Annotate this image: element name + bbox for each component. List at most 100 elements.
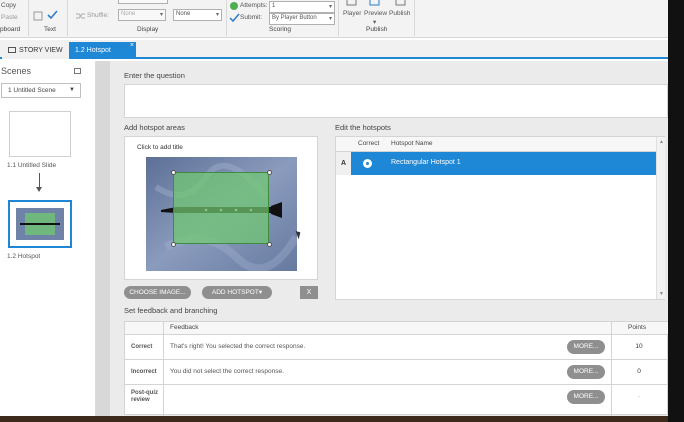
slide-thumbnail-clarinet — [20, 223, 60, 225]
close-icon[interactable]: × — [130, 37, 134, 54]
display-group-label: Display — [137, 26, 159, 33]
feedback-text[interactable]: You did not select the correct response. — [170, 368, 284, 375]
column-header-correct: Correct — [358, 140, 380, 147]
attempts-combo[interactable]: 1 ▾ — [269, 1, 335, 13]
feedback-row-label: Correct — [131, 344, 153, 350]
choose-image-button[interactable]: CHOOSE IMAGE... — [124, 286, 191, 299]
scenes-title: Scenes — [1, 66, 32, 76]
window-edge — [668, 0, 684, 422]
points-value[interactable]: 0 — [613, 368, 665, 375]
hotspot-areas-label: Add hotspot areas — [124, 123, 185, 132]
column-header-hotspot-name: Hotspot Name — [391, 140, 433, 147]
hotspots-table-header: Correct Hotspot Name — [336, 137, 656, 152]
points-value[interactable]: 10 — [613, 343, 665, 350]
resize-handle[interactable] — [171, 242, 176, 247]
tab-story-view-label: STORY VIEW — [19, 47, 63, 54]
scoring-group-label: Scoring — [269, 26, 292, 33]
submit-combo[interactable]: By Player Button ▾ — [269, 13, 335, 25]
publish-group-label: Publish — [366, 26, 388, 33]
slide-thumbnail-2[interactable] — [8, 200, 72, 248]
hotspot-image[interactable] — [146, 157, 297, 271]
scenes-panel: Scenes 1 Untitled Scene ▼ 1.1 Untitled S… — [0, 61, 96, 422]
question-input[interactable] — [124, 84, 668, 118]
hotspots-scrollbar[interactable]: ▲ ▼ — [656, 137, 665, 299]
hotspot-canvas: Click to add title — [124, 136, 318, 280]
feedback-table: Feedback Points Correct That's right! Yo… — [124, 321, 669, 416]
tab-hotspot-label: 1.2 Hotspot — [75, 47, 111, 54]
publish-icon[interactable] — [395, 0, 406, 8]
scroll-down-icon[interactable]: ▼ — [659, 291, 664, 297]
ribbon-separator — [338, 0, 339, 36]
tab-story-view[interactable]: STORY VIEW — [2, 42, 69, 59]
chevron-down-icon: ▾ — [215, 12, 219, 18]
scene-dropdown-value: 1 Untitled Scene — [8, 87, 56, 94]
hotspot-row[interactable]: A Rectangular Hotspot 1 — [336, 152, 656, 175]
radio-selected-dot — [366, 162, 369, 165]
player-icon[interactable] — [346, 0, 357, 8]
feedback-row-label: Post-quiz review — [131, 390, 158, 403]
attempts-label: Attempts: — [240, 2, 268, 9]
hotspot-name[interactable]: Rectangular Hotspot 1 — [391, 159, 461, 166]
chevron-down-icon: ▾ — [328, 16, 332, 22]
feedback-row-post-quiz: Post-quiz review MORE... - — [125, 385, 669, 410]
add-hotspot-button[interactable]: ADD HOTSPOT▾ — [202, 286, 272, 299]
feedback-row-correct: Correct That's right! You selected the c… — [125, 335, 669, 360]
ribbon-separator — [28, 0, 29, 36]
edit-hotspots-label: Edit the hotspots — [335, 123, 391, 132]
preview-dropdown-icon[interactable]: ▾ — [373, 18, 376, 26]
attempts-check-icon — [230, 2, 238, 10]
feedback-text[interactable]: That's right! You selected the correct r… — [170, 343, 305, 350]
checkmark-icon[interactable] — [47, 10, 58, 20]
shuffle-icon — [76, 13, 85, 19]
flow-arrow-icon — [36, 187, 42, 192]
slide-thumbnail-image — [16, 208, 64, 240]
publish-button[interactable]: Publish — [389, 10, 410, 17]
copy-button[interactable]: Copy — [1, 2, 16, 9]
slide-label-2: 1.2 Hotspot — [7, 253, 41, 260]
pin-icon[interactable] — [74, 68, 81, 74]
more-button[interactable]: MORE... — [567, 390, 605, 404]
more-button[interactable]: MORE... — [567, 340, 605, 354]
text-format-icon[interactable] — [33, 11, 44, 21]
paste-button[interactable]: Paste — [1, 14, 18, 21]
column-header-feedback: Feedback — [170, 324, 199, 331]
chevron-down-icon: ▾ — [159, 12, 163, 18]
hotspots-table: Correct Hotspot Name A Rectangular Hotsp… — [335, 136, 665, 300]
slide-thumbnail-1[interactable] — [9, 111, 71, 157]
feedback-row-incorrect: Incorrect You did not select the correct… — [125, 360, 669, 385]
display-top-combo[interactable] — [118, 0, 168, 4]
resize-handle[interactable] — [171, 170, 176, 175]
hotspot-question-editor: Enter the question Add hotspot areas Cli… — [110, 61, 669, 416]
question-label: Enter the question — [124, 71, 185, 80]
shuffle-combo-value: None — [121, 11, 136, 17]
image-title[interactable]: Click to add title — [137, 144, 183, 151]
resize-handle[interactable] — [267, 242, 272, 247]
tab-hotspot[interactable]: 1.2 Hotspot × — [69, 42, 136, 59]
delete-hotspot-button[interactable]: X — [300, 286, 318, 299]
ribbon-separator — [414, 0, 415, 36]
ribbon-separator — [67, 0, 68, 36]
ribbon-separator — [226, 0, 227, 36]
display-combo-value: None — [176, 11, 191, 17]
shuffle-combo[interactable]: None ▾ — [118, 9, 166, 21]
feedback-row-label: Incorrect — [131, 369, 157, 375]
chevron-down-icon: ▾ — [328, 4, 332, 10]
submit-label: Submit: — [240, 14, 263, 21]
chevron-down-icon: ▼ — [69, 87, 75, 93]
preview-icon[interactable] — [369, 0, 380, 8]
shuffle-label: Shuffle: — [87, 12, 109, 19]
ribbon: Copy Paste pboard Text Shuffle: None ▾ No… — [0, 0, 668, 38]
display-combo[interactable]: None ▾ — [173, 9, 222, 21]
slide-label-1: 1.1 Untitled Slide — [7, 162, 57, 169]
scene-dropdown[interactable]: 1 Untitled Scene ▼ — [1, 83, 81, 98]
rectangular-hotspot[interactable] — [173, 172, 269, 244]
scroll-up-icon[interactable]: ▲ — [659, 139, 664, 145]
more-button[interactable]: MORE... — [567, 365, 605, 379]
player-button[interactable]: Player — [343, 10, 361, 17]
panel-gutter — [96, 61, 110, 422]
attempts-value: 1 — [272, 3, 276, 9]
resize-handle[interactable] — [267, 170, 272, 175]
feedback-label: Set feedback and branching — [124, 306, 218, 315]
preview-button[interactable]: Preview — [364, 10, 387, 17]
text-group-label: Text — [44, 26, 56, 33]
